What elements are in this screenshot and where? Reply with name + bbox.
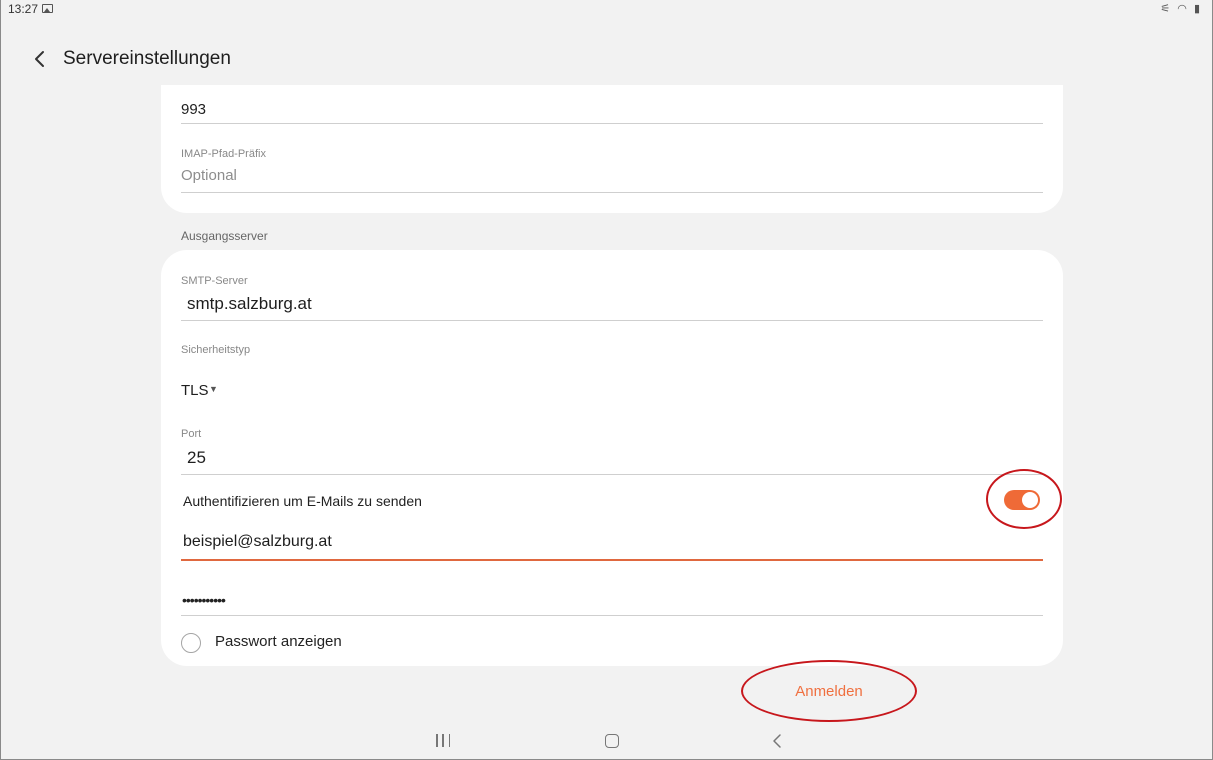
imap-prefix-label: IMAP-Pfad-Präfix <box>181 148 266 160</box>
show-password-label: Passwort anzeigen <box>215 633 342 650</box>
username-input[interactable]: beispiel@salzburg.at <box>183 533 332 551</box>
screen: 13:27 ⚟ ◠ ▮ Servereinstellungen 993 IMAP… <box>0 0 1213 760</box>
incoming-server-card <box>161 85 1063 213</box>
home-icon[interactable] <box>605 734 619 748</box>
image-icon <box>42 4 53 13</box>
chevron-left-icon[interactable] <box>31 47 49 71</box>
page-title: Servereinstellungen <box>63 48 231 69</box>
incoming-port-field[interactable]: 993 <box>181 101 206 118</box>
port-input[interactable]: 25 <box>187 448 206 468</box>
nav-back-icon[interactable] <box>772 732 782 750</box>
port-label: Port <box>181 428 202 440</box>
port-underline <box>181 474 1043 475</box>
auth-switch-label: Authentifizieren um E-Mails zu senden <box>183 493 422 509</box>
status-icons: ⚟ ◠ ▮ <box>1160 3 1202 15</box>
smtp-server-input[interactable]: smtp.salzburg.at <box>187 294 312 314</box>
outgoing-section-label: Ausgangsserver <box>181 229 268 243</box>
status-time: 13:27 <box>8 2 39 16</box>
username-underline <box>181 559 1043 561</box>
annotation-circle-button <box>741 660 917 722</box>
password-underline <box>181 615 1043 616</box>
security-type-label: Sicherheitstyp <box>181 344 251 356</box>
status-bar: 13:27 ⚟ ◠ ▮ <box>1 0 1212 22</box>
show-password-radio[interactable] <box>181 633 201 653</box>
app-header: Servereinstellungen <box>1 40 1212 80</box>
imap-prefix-input[interactable]: Optional <box>181 167 237 184</box>
annotation-circle-toggle <box>986 469 1062 529</box>
imap-prefix-underline <box>181 192 1043 193</box>
password-input[interactable]: ••••••••••• <box>182 592 226 608</box>
smtp-server-underline <box>181 320 1043 321</box>
dropdown-caret-icon: ▼ <box>209 384 218 394</box>
navigation-bar <box>1 718 1212 759</box>
security-type-dropdown[interactable]: TLS <box>181 382 209 399</box>
recent-apps-icon[interactable] <box>436 734 450 747</box>
incoming-port-underline <box>181 123 1043 124</box>
smtp-server-label: SMTP-Server <box>181 275 248 287</box>
